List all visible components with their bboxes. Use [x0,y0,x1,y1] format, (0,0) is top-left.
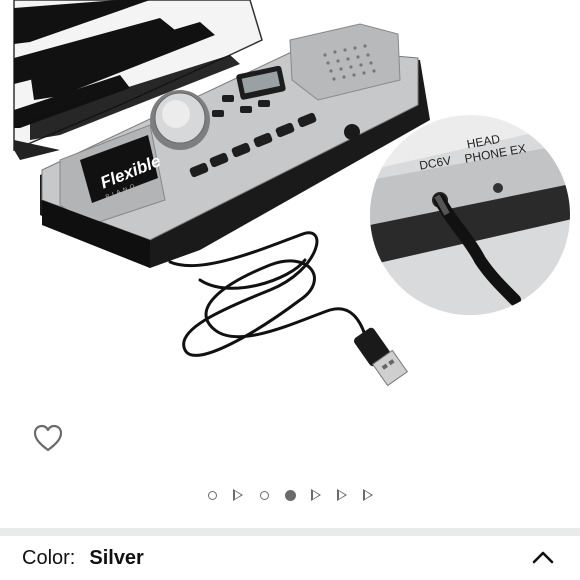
product-image[interactable]: Flexible PIANO HEAD PHONE EX DC6V [0,0,580,470]
carousel-dot-image[interactable] [258,489,270,501]
heart-outline-icon [33,424,63,452]
carousel-dot-image[interactable] [206,489,218,501]
chevron-up-icon [532,551,554,564]
play-triangle-icon [233,489,243,501]
carousel-dot-image-active[interactable] [284,489,296,501]
port-closeup-inset: HEAD PHONE EX DC6V [370,115,570,315]
section-divider [0,528,580,536]
color-variant-selector[interactable]: Color: Silver [0,536,580,580]
usb-plug [353,327,408,387]
carousel-dot-video[interactable] [362,489,374,501]
play-triangle-icon [363,489,373,501]
variant-value: Silver [89,546,144,569]
dot-icon [259,490,269,500]
carousel-dot-video[interactable] [232,489,244,501]
usb-cable [168,231,367,357]
play-triangle-icon [311,489,321,501]
dot-icon [284,489,296,501]
play-triangle-icon [337,489,347,501]
carousel-dot-video[interactable] [336,489,348,501]
carousel-dot-video[interactable] [310,489,322,501]
variant-label: Color: [22,546,76,569]
carousel-indicators [0,485,580,505]
product-photo: Flexible PIANO HEAD PHONE EX DC6V [13,0,570,387]
wishlist-button[interactable] [30,420,66,456]
dot-icon [207,490,217,500]
